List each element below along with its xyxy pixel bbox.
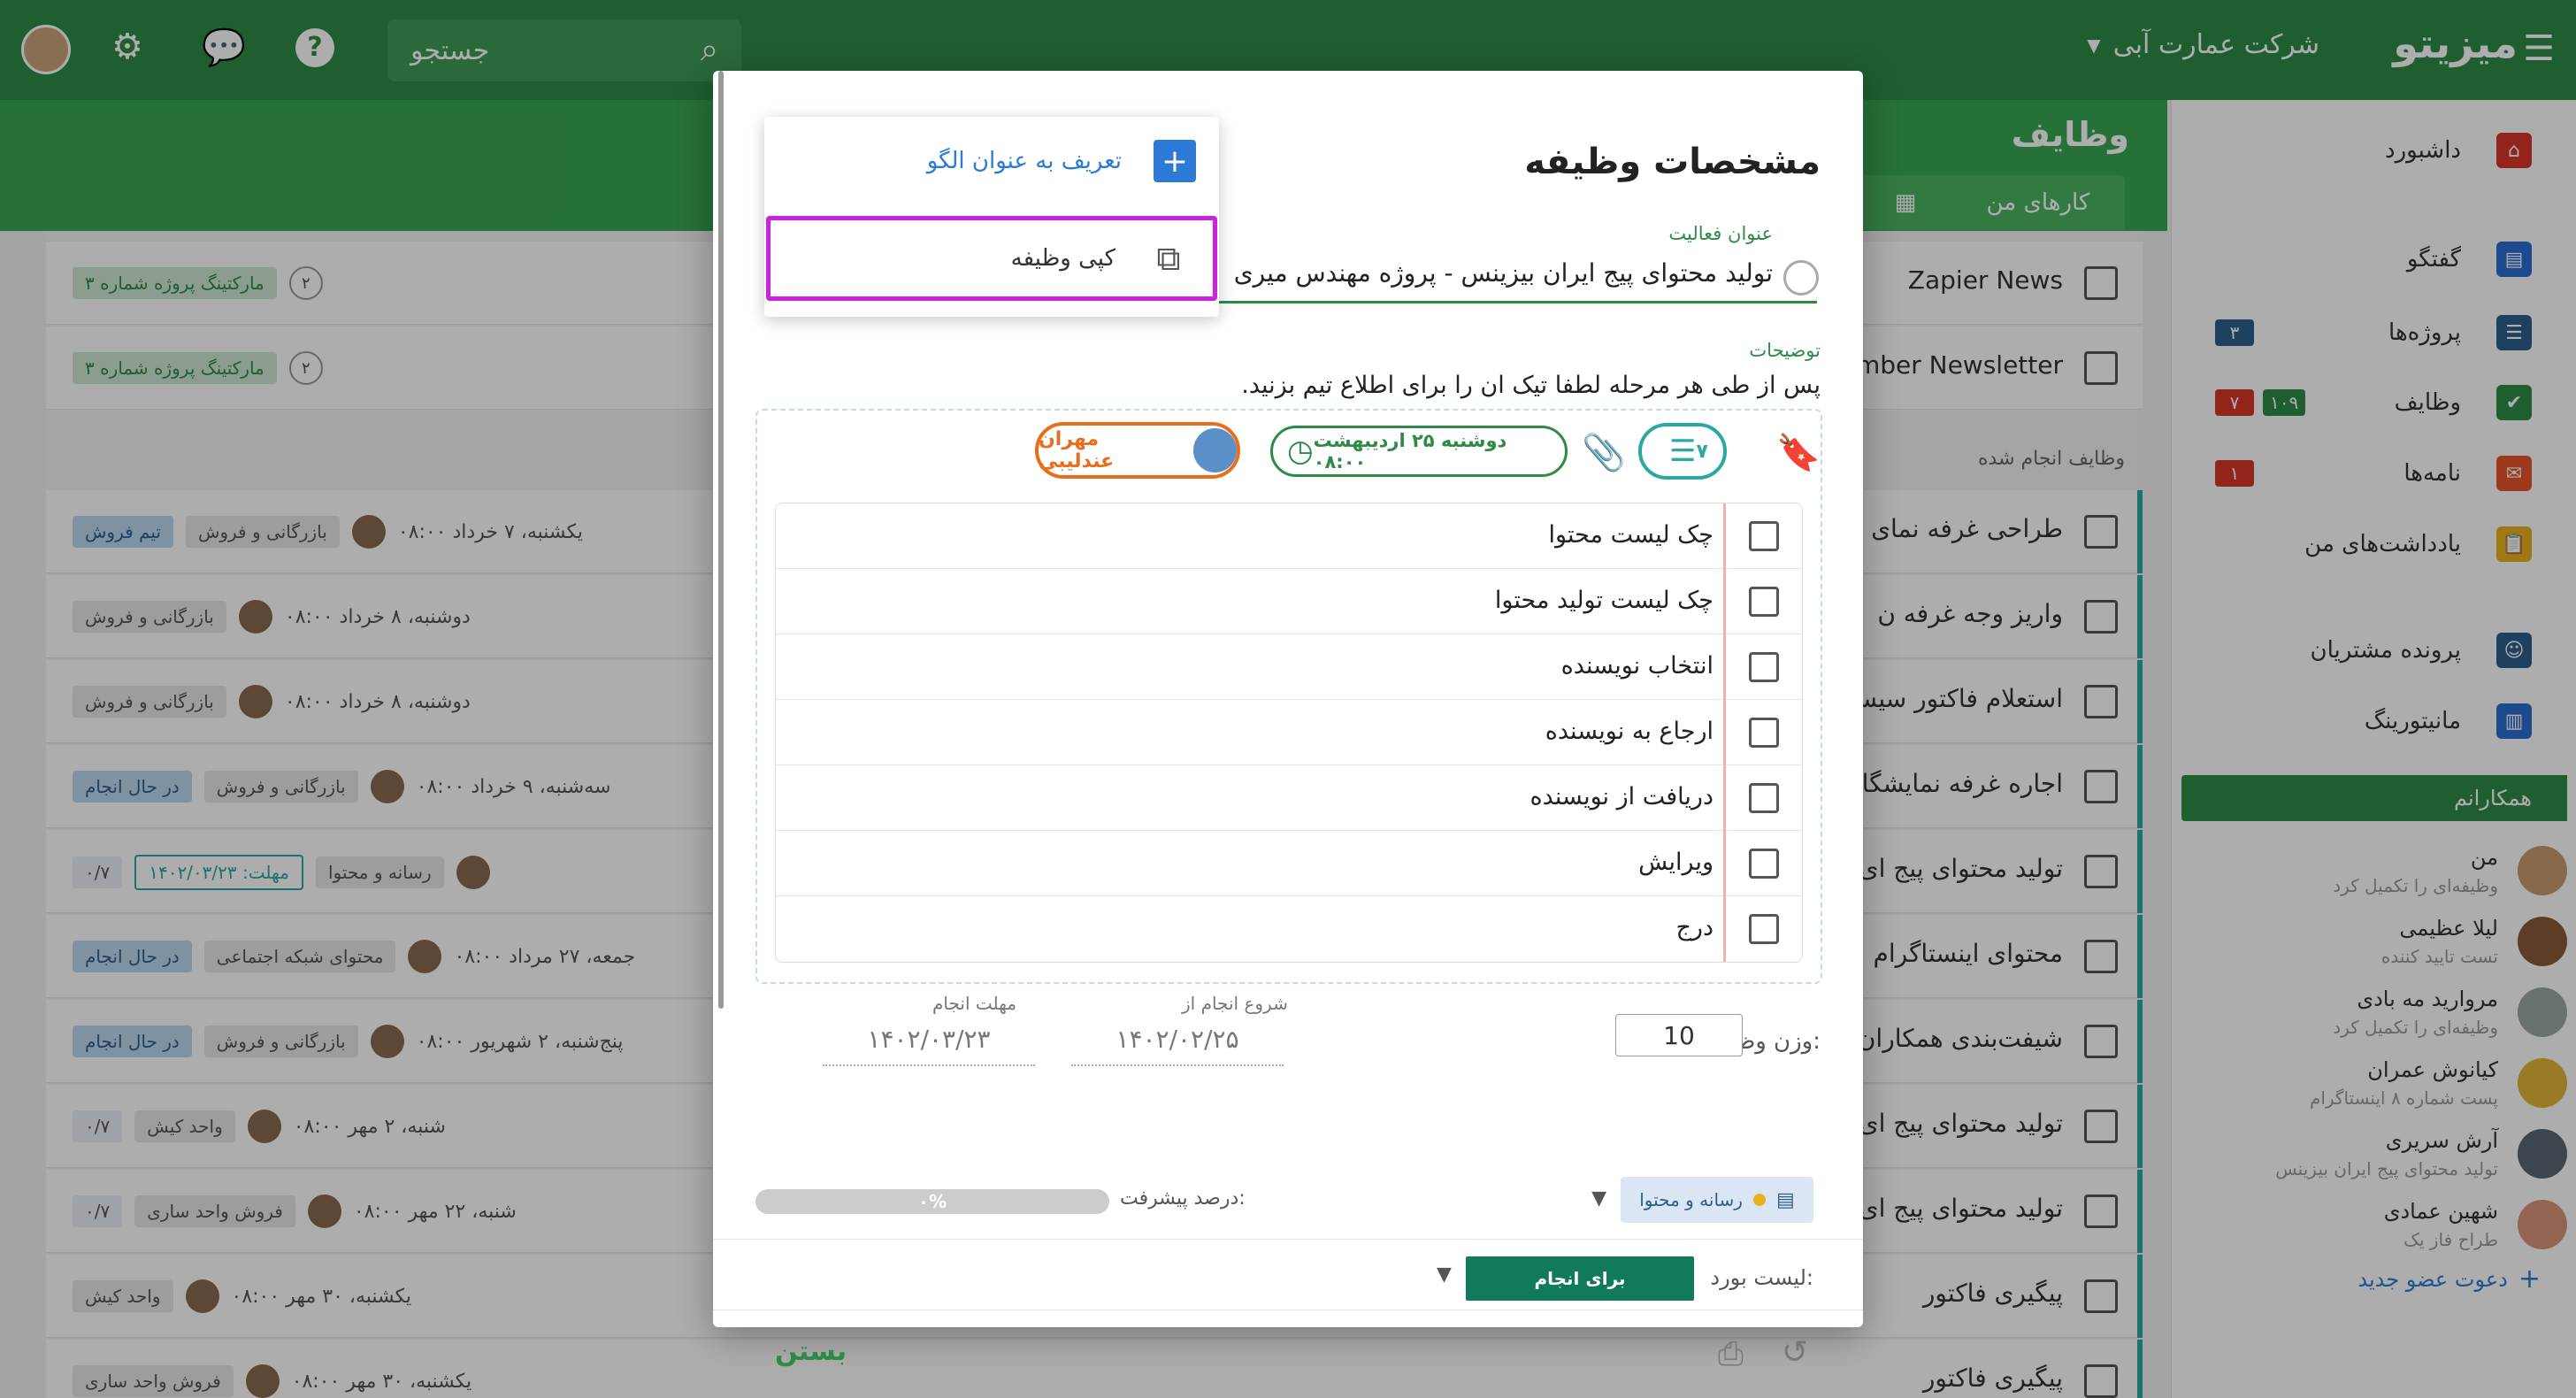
start-label: شروع انجام از bbox=[1182, 993, 1288, 1014]
checklist-checkbox[interactable] bbox=[1749, 587, 1779, 617]
list-label: لیست بورد: bbox=[1710, 1265, 1813, 1290]
checklist-item[interactable]: درج bbox=[776, 896, 1802, 962]
task-actions-menu: + تعریف به عنوان الگو ⧉ کپی وظیفه bbox=[764, 117, 1219, 317]
checklist-count: ۷ bbox=[1696, 440, 1708, 463]
date-pill[interactable]: ◷ دوشنبه ۲۵ اردیبهشت ۰۸:۰۰ bbox=[1270, 426, 1568, 477]
weight-input[interactable] bbox=[1615, 1014, 1743, 1056]
checklist-item-label: ویرایش bbox=[1638, 849, 1714, 876]
checklist-item[interactable]: دریافت از نویسنده bbox=[776, 765, 1802, 831]
description-label: توضیحات bbox=[1749, 340, 1821, 361]
checklist-divider bbox=[1723, 700, 1726, 765]
checklist-divider bbox=[1723, 634, 1726, 700]
checklist-divider bbox=[1723, 569, 1726, 634]
progress-label: درصد پیشرفت: bbox=[1120, 1187, 1246, 1210]
checklist-item-label: انتخاب نویسنده bbox=[1560, 652, 1714, 680]
checklist-checkbox[interactable] bbox=[1749, 718, 1779, 748]
close-button[interactable]: بستن bbox=[775, 1336, 847, 1367]
date-pill-label: دوشنبه ۲۵ اردیبهشت ۰۸:۰۰ bbox=[1313, 430, 1507, 472]
assignee-avatar bbox=[1192, 428, 1237, 472]
bookmark-icon[interactable]: 🔖 bbox=[1776, 432, 1821, 473]
checklist-item[interactable]: انتخاب نویسنده bbox=[776, 634, 1802, 700]
print-icon[interactable]: ⎙ bbox=[1718, 1336, 1744, 1373]
list-icon: ☰ bbox=[1669, 434, 1697, 469]
list-status-button[interactable]: برای انجام bbox=[1466, 1256, 1694, 1301]
checklist-item-label: درج bbox=[1675, 914, 1714, 941]
checklist-checkbox[interactable] bbox=[1749, 914, 1779, 944]
due-date-field[interactable]: ۱۴۰۲/۰۳/۲۳ bbox=[823, 1025, 1035, 1066]
modal-scrollbar[interactable] bbox=[718, 71, 724, 1009]
checklist-toggle[interactable]: ☰ ۷ bbox=[1638, 423, 1727, 480]
define-as-template-item[interactable]: + تعریف به عنوان الگو bbox=[764, 117, 1219, 205]
start-date-field[interactable]: ۱۴۰۲/۰۲/۲۵ bbox=[1071, 1025, 1284, 1066]
checklist-checkbox[interactable] bbox=[1749, 521, 1779, 551]
board-icon: ▤ bbox=[1775, 1188, 1795, 1211]
description-text[interactable]: پس از طی هر مرحله لطفا تیک ان را برای اط… bbox=[1241, 372, 1821, 399]
menu-item-label: تعریف به عنوان الگو bbox=[926, 148, 1122, 174]
checklist-divider bbox=[1723, 503, 1726, 569]
chevron-down-icon[interactable]: ▼ bbox=[1591, 1187, 1606, 1210]
checklist-item-label: چک لیست محتوا bbox=[1548, 521, 1714, 549]
chevron-down-icon[interactable]: ▼ bbox=[1437, 1264, 1452, 1286]
history-icon[interactable]: ↺ bbox=[1782, 1334, 1808, 1371]
activity-label: عنوان فعالیت bbox=[1668, 223, 1773, 244]
checklist-item[interactable]: ویرایش bbox=[776, 831, 1802, 896]
assignee-pill[interactable]: مهران عندلیبی bbox=[1035, 422, 1240, 479]
menu-item-label: کپی وظیفه bbox=[1010, 245, 1116, 272]
board-tag-label: رسانه و محتوا bbox=[1639, 1189, 1743, 1210]
checklist-item[interactable]: چک لیست تولید محتوا bbox=[776, 569, 1802, 634]
checklist-checkbox[interactable] bbox=[1749, 783, 1779, 813]
checklist-item-label: ارجاع به نویسنده bbox=[1545, 718, 1714, 745]
clock-icon: ◷ bbox=[1287, 434, 1314, 469]
due-label: مهلت انجام bbox=[932, 993, 1017, 1014]
checklist-item-label: دریافت از نویسنده bbox=[1530, 783, 1714, 810]
checklist-divider bbox=[1723, 765, 1726, 831]
complete-toggle[interactable] bbox=[1783, 260, 1819, 296]
checklist-checkbox[interactable] bbox=[1749, 849, 1779, 879]
copy-icon: ⧉ bbox=[1156, 238, 1181, 278]
assignee-name: مهران عندلیبی bbox=[1039, 428, 1115, 472]
status-dot bbox=[1752, 1194, 1766, 1206]
checklist-item[interactable]: چک لیست محتوا bbox=[776, 503, 1802, 569]
checklist-divider bbox=[1723, 896, 1726, 962]
board-tag[interactable]: ▤ رسانه و محتوا bbox=[1621, 1177, 1813, 1223]
attachment-icon[interactable]: 📎 bbox=[1582, 432, 1626, 473]
checklist-checkbox[interactable] bbox=[1749, 652, 1779, 682]
checklist-item[interactable]: ارجاع به نویسنده bbox=[776, 700, 1802, 765]
progress-bar[interactable]: ۰% bbox=[755, 1189, 1109, 1214]
checklist-item-label: چک لیست تولید محتوا bbox=[1494, 587, 1714, 614]
add-template-icon: + bbox=[1154, 140, 1196, 182]
activity-title-input[interactable]: تولید محتوای پیج ایران بیزینس - پروژه مه… bbox=[1234, 258, 1773, 288]
copy-task-item[interactable]: ⧉ کپی وظیفه bbox=[766, 216, 1217, 301]
divider bbox=[713, 1239, 1863, 1240]
checklist: چک لیست محتوا چک لیست تولید محتوا انتخاب ن… bbox=[775, 503, 1803, 963]
checklist-divider bbox=[1723, 831, 1726, 896]
modal-title: مشخصات وظیفه bbox=[1524, 142, 1821, 182]
